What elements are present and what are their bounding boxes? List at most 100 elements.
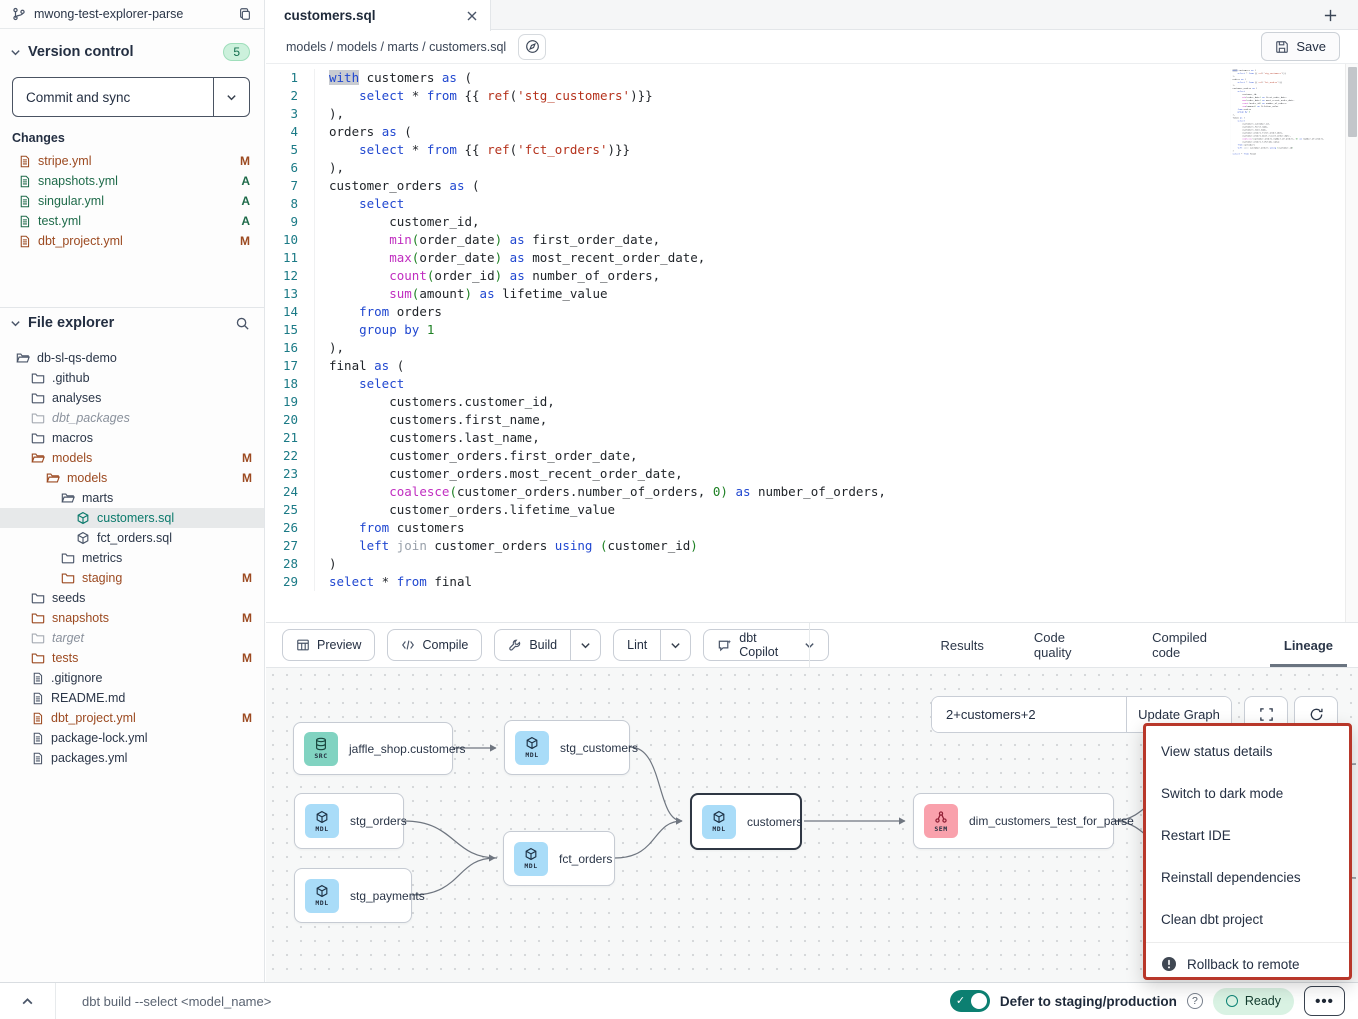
code-line: 11 max(order_date) as most_recent_order_…	[266, 249, 1345, 267]
file-explorer-title: File explorer	[28, 315, 228, 331]
model-icon	[76, 531, 90, 545]
file-icon	[18, 195, 31, 208]
preview-button[interactable]: Preview	[282, 629, 375, 661]
code-line: 9 customer_id,	[266, 213, 1345, 231]
src-badge: SRC	[304, 732, 338, 766]
code-line: 1with customers as (	[266, 69, 1345, 87]
tree-item-customers-sql[interactable]: customers.sql	[0, 508, 264, 528]
search-icon[interactable]	[235, 316, 250, 331]
tab-results[interactable]: Results	[927, 623, 998, 667]
change-row[interactable]: snapshots.ymlA	[0, 171, 264, 191]
tree-item-macros[interactable]: macros	[0, 428, 264, 448]
tree-item-snapshots[interactable]: snapshotsM	[0, 608, 264, 628]
tree-item-dbt-project-yml[interactable]: dbt_project.ymlM	[0, 708, 264, 728]
menu-item-label: Restart IDE	[1161, 828, 1231, 843]
folder-icon	[31, 451, 45, 465]
tab-code-quality[interactable]: Code quality	[1020, 623, 1116, 667]
mdl-badge: MDL	[305, 879, 339, 913]
tree-item--github[interactable]: .github	[0, 368, 264, 388]
tree-item-fct-orders-sql[interactable]: fct_orders.sql	[0, 528, 264, 548]
tree-item-marts[interactable]: marts	[0, 488, 264, 508]
code-line: 21 customers.last_name,	[266, 429, 1345, 447]
explore-compass-button[interactable]	[518, 34, 546, 60]
changes-list: stripe.ymlMsnapshots.ymlAsingular.ymlAte…	[0, 151, 264, 251]
tree-item-dbt-packages[interactable]: dbt_packages	[0, 408, 264, 428]
build-button[interactable]: Build	[494, 629, 601, 661]
scrollbar-thumb[interactable]	[1348, 67, 1357, 137]
change-row[interactable]: dbt_project.ymlM	[0, 231, 264, 251]
tree-item-readme-md[interactable]: README.md	[0, 688, 264, 708]
menu-item-restart-ide[interactable]: Restart IDE	[1146, 814, 1349, 856]
menu-item-reinstall-dependencies[interactable]: Reinstall dependencies	[1146, 856, 1349, 898]
tree-item-target[interactable]: target	[0, 628, 264, 648]
tab-compiled-code[interactable]: Compiled code	[1138, 623, 1248, 667]
lineage-node-fct-orders[interactable]: MDLfct_orders	[503, 831, 615, 886]
copy-icon[interactable]	[238, 7, 252, 21]
lint-dropdown[interactable]	[660, 630, 690, 660]
change-file-name: test.yml	[38, 214, 234, 228]
menu-item-rollback-to-remote[interactable]: Rollback to remote	[1146, 943, 1349, 985]
tree-item-seeds[interactable]: seeds	[0, 588, 264, 608]
change-row[interactable]: stripe.ymlM	[0, 151, 264, 171]
tree-item-package-lock-yml[interactable]: package-lock.yml	[0, 728, 264, 748]
lineage-node-jaffle-shop-customers[interactable]: SRCjaffle_shop.customers	[293, 722, 453, 775]
change-row[interactable]: test.ymlA	[0, 211, 264, 231]
tree-item-label: package-lock.yml	[51, 731, 245, 745]
file-explorer-header[interactable]: File explorer	[0, 310, 264, 336]
change-status: A	[241, 174, 250, 188]
tree-item-packages-yml[interactable]: packages.yml	[0, 748, 264, 768]
command-input[interactable]: dbt build --select <model_name>	[82, 994, 950, 1009]
lineage-node-stg-orders[interactable]: MDLstg_orders	[294, 793, 404, 849]
more-options-button[interactable]: •••	[1304, 986, 1345, 1016]
lint-button[interactable]: Lint	[613, 629, 691, 661]
commit-and-sync-button[interactable]: Commit and sync	[12, 77, 250, 117]
mdl-badge: MDL	[305, 804, 339, 838]
defer-toggle[interactable]: ✓	[950, 990, 990, 1012]
lineage-node-stg-payments[interactable]: MDLstg_payments	[294, 868, 412, 923]
command-bar-expand[interactable]	[0, 983, 56, 1019]
version-control-title: Version control	[28, 44, 216, 60]
save-button[interactable]: Save	[1261, 32, 1340, 61]
build-dropdown[interactable]	[570, 630, 600, 660]
code-line: 18 select	[266, 375, 1345, 393]
code-editor[interactable]: 1with customers as (2 select * from {{ r…	[266, 63, 1358, 622]
dbt-ide-app: mwong-test-explorer-parse Version contro…	[0, 0, 1358, 1019]
tree-item-models[interactable]: modelsM	[0, 448, 264, 468]
code-line: 15 group by 1	[266, 321, 1345, 339]
lineage-node-dim-customers-test-for-parse[interactable]: SEMdim_customers_test_for_parse	[913, 793, 1114, 849]
menu-item-view-status-details[interactable]: View status details	[1146, 730, 1349, 772]
graph-selector-input[interactable]	[932, 697, 1126, 732]
status-bar: dbt build --select <model_name> ✓ Defer …	[0, 982, 1358, 1019]
menu-item-switch-to-dark-mode[interactable]: Switch to dark mode	[1146, 772, 1349, 814]
tree-item-analyses[interactable]: analyses	[0, 388, 264, 408]
change-row[interactable]: singular.ymlA	[0, 191, 264, 211]
change-file-name: dbt_project.yml	[38, 234, 233, 248]
editor-scrollbar[interactable]	[1345, 64, 1358, 622]
new-tab-button[interactable]	[1318, 3, 1342, 27]
tab-lineage[interactable]: Lineage	[1270, 623, 1347, 667]
tree-item-tests[interactable]: testsM	[0, 648, 264, 668]
close-tab-icon[interactable]	[466, 10, 478, 22]
branch-row[interactable]: mwong-test-explorer-parse	[0, 0, 264, 29]
wrench-icon	[508, 638, 522, 652]
tree-item-metrics[interactable]: metrics	[0, 548, 264, 568]
tree-item-staging[interactable]: stagingM	[0, 568, 264, 588]
commit-options-dropdown[interactable]	[213, 78, 249, 116]
tree-item-status: M	[242, 611, 252, 625]
lineage-node-stg-customers[interactable]: MDLstg_customers	[504, 720, 630, 775]
tree-item--gitignore[interactable]: .gitignore	[0, 668, 264, 688]
code-line: 12 count(order_id) as number_of_orders,	[266, 267, 1345, 285]
save-label: Save	[1296, 39, 1326, 54]
menu-item-clean-dbt-project[interactable]: Clean dbt project	[1146, 898, 1349, 940]
status-badge[interactable]: Ready	[1213, 988, 1294, 1015]
tab-customers-sql[interactable]: customers.sql	[266, 0, 491, 31]
ready-label: Ready	[1245, 994, 1281, 1008]
version-control-header[interactable]: Version control 5	[0, 39, 264, 65]
tree-item-models[interactable]: modelsM	[0, 468, 264, 488]
compile-button[interactable]: Compile	[387, 629, 482, 661]
help-icon[interactable]: ?	[1187, 993, 1203, 1009]
tree-item-status: M	[242, 471, 252, 485]
lineage-node-customers[interactable]: MDLcustomers	[690, 793, 802, 850]
change-status: A	[241, 194, 250, 208]
tree-item-db-sl-qs-demo[interactable]: db-sl-qs-demo	[0, 348, 264, 368]
